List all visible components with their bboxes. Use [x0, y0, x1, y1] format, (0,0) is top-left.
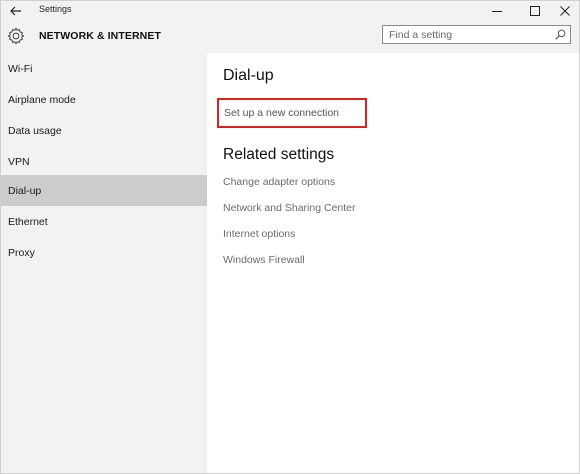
close-button[interactable]	[549, 1, 579, 21]
section-title: NETWORK & INTERNET	[39, 30, 161, 42]
maximize-button[interactable]	[519, 1, 551, 21]
sidebar-item-label: Ethernet	[8, 215, 48, 228]
page-title: Dial-up	[223, 67, 274, 84]
sidebar-item-label: Dial-up	[8, 184, 42, 197]
settings-header: NETWORK & INTERNET	[1, 21, 579, 53]
app-title: Settings	[39, 4, 72, 14]
sidebar-item-data-usage[interactable]: Data usage	[1, 115, 207, 146]
minimize-button[interactable]	[481, 1, 513, 21]
sidebar-item-proxy[interactable]: Proxy	[1, 237, 207, 268]
main-content: Dial-up Set up a new connection Related …	[207, 53, 579, 473]
maximize-icon	[530, 6, 540, 16]
title-bar: Settings	[1, 1, 579, 21]
sidebar-item-wifi[interactable]: Wi-Fi	[1, 53, 207, 84]
close-icon	[560, 6, 570, 16]
settings-window: Settings NETWORK & INTERNET Find a setti…	[0, 0, 580, 474]
related-settings-heading: Related settings	[223, 146, 335, 163]
set-up-new-connection-link[interactable]: Set up a new connection	[217, 98, 367, 128]
search-box[interactable]	[382, 25, 571, 44]
search-icon[interactable]	[555, 29, 566, 40]
gear-icon	[7, 27, 25, 45]
change-adapter-options-link[interactable]: Change adapter options	[223, 176, 335, 188]
back-arrow-icon	[10, 6, 21, 16]
network-sharing-center-link[interactable]: Network and Sharing Center	[223, 202, 356, 214]
sidebar-item-airplane-mode[interactable]: Airplane mode	[1, 84, 207, 115]
sidebar-item-vpn[interactable]: VPN	[1, 146, 207, 177]
back-button[interactable]	[7, 3, 25, 19]
sidebar-item-label: Proxy	[8, 246, 35, 259]
sidebar-item-ethernet[interactable]: Ethernet	[1, 206, 207, 237]
sidebar: Wi-Fi Airplane mode Data usage VPN Dial-…	[1, 53, 207, 473]
minimize-icon	[492, 11, 502, 12]
set-up-new-connection-label: Set up a new connection	[224, 107, 339, 119]
sidebar-item-dial-up[interactable]: Dial-up	[1, 175, 207, 206]
search-input[interactable]	[383, 26, 554, 43]
sidebar-item-label: VPN	[8, 155, 30, 168]
sidebar-item-label: Data usage	[8, 124, 62, 137]
sidebar-item-label: Airplane mode	[8, 93, 76, 106]
sidebar-item-label: Wi-Fi	[8, 62, 33, 75]
windows-firewall-link[interactable]: Windows Firewall	[223, 254, 305, 266]
internet-options-link[interactable]: Internet options	[223, 228, 295, 240]
